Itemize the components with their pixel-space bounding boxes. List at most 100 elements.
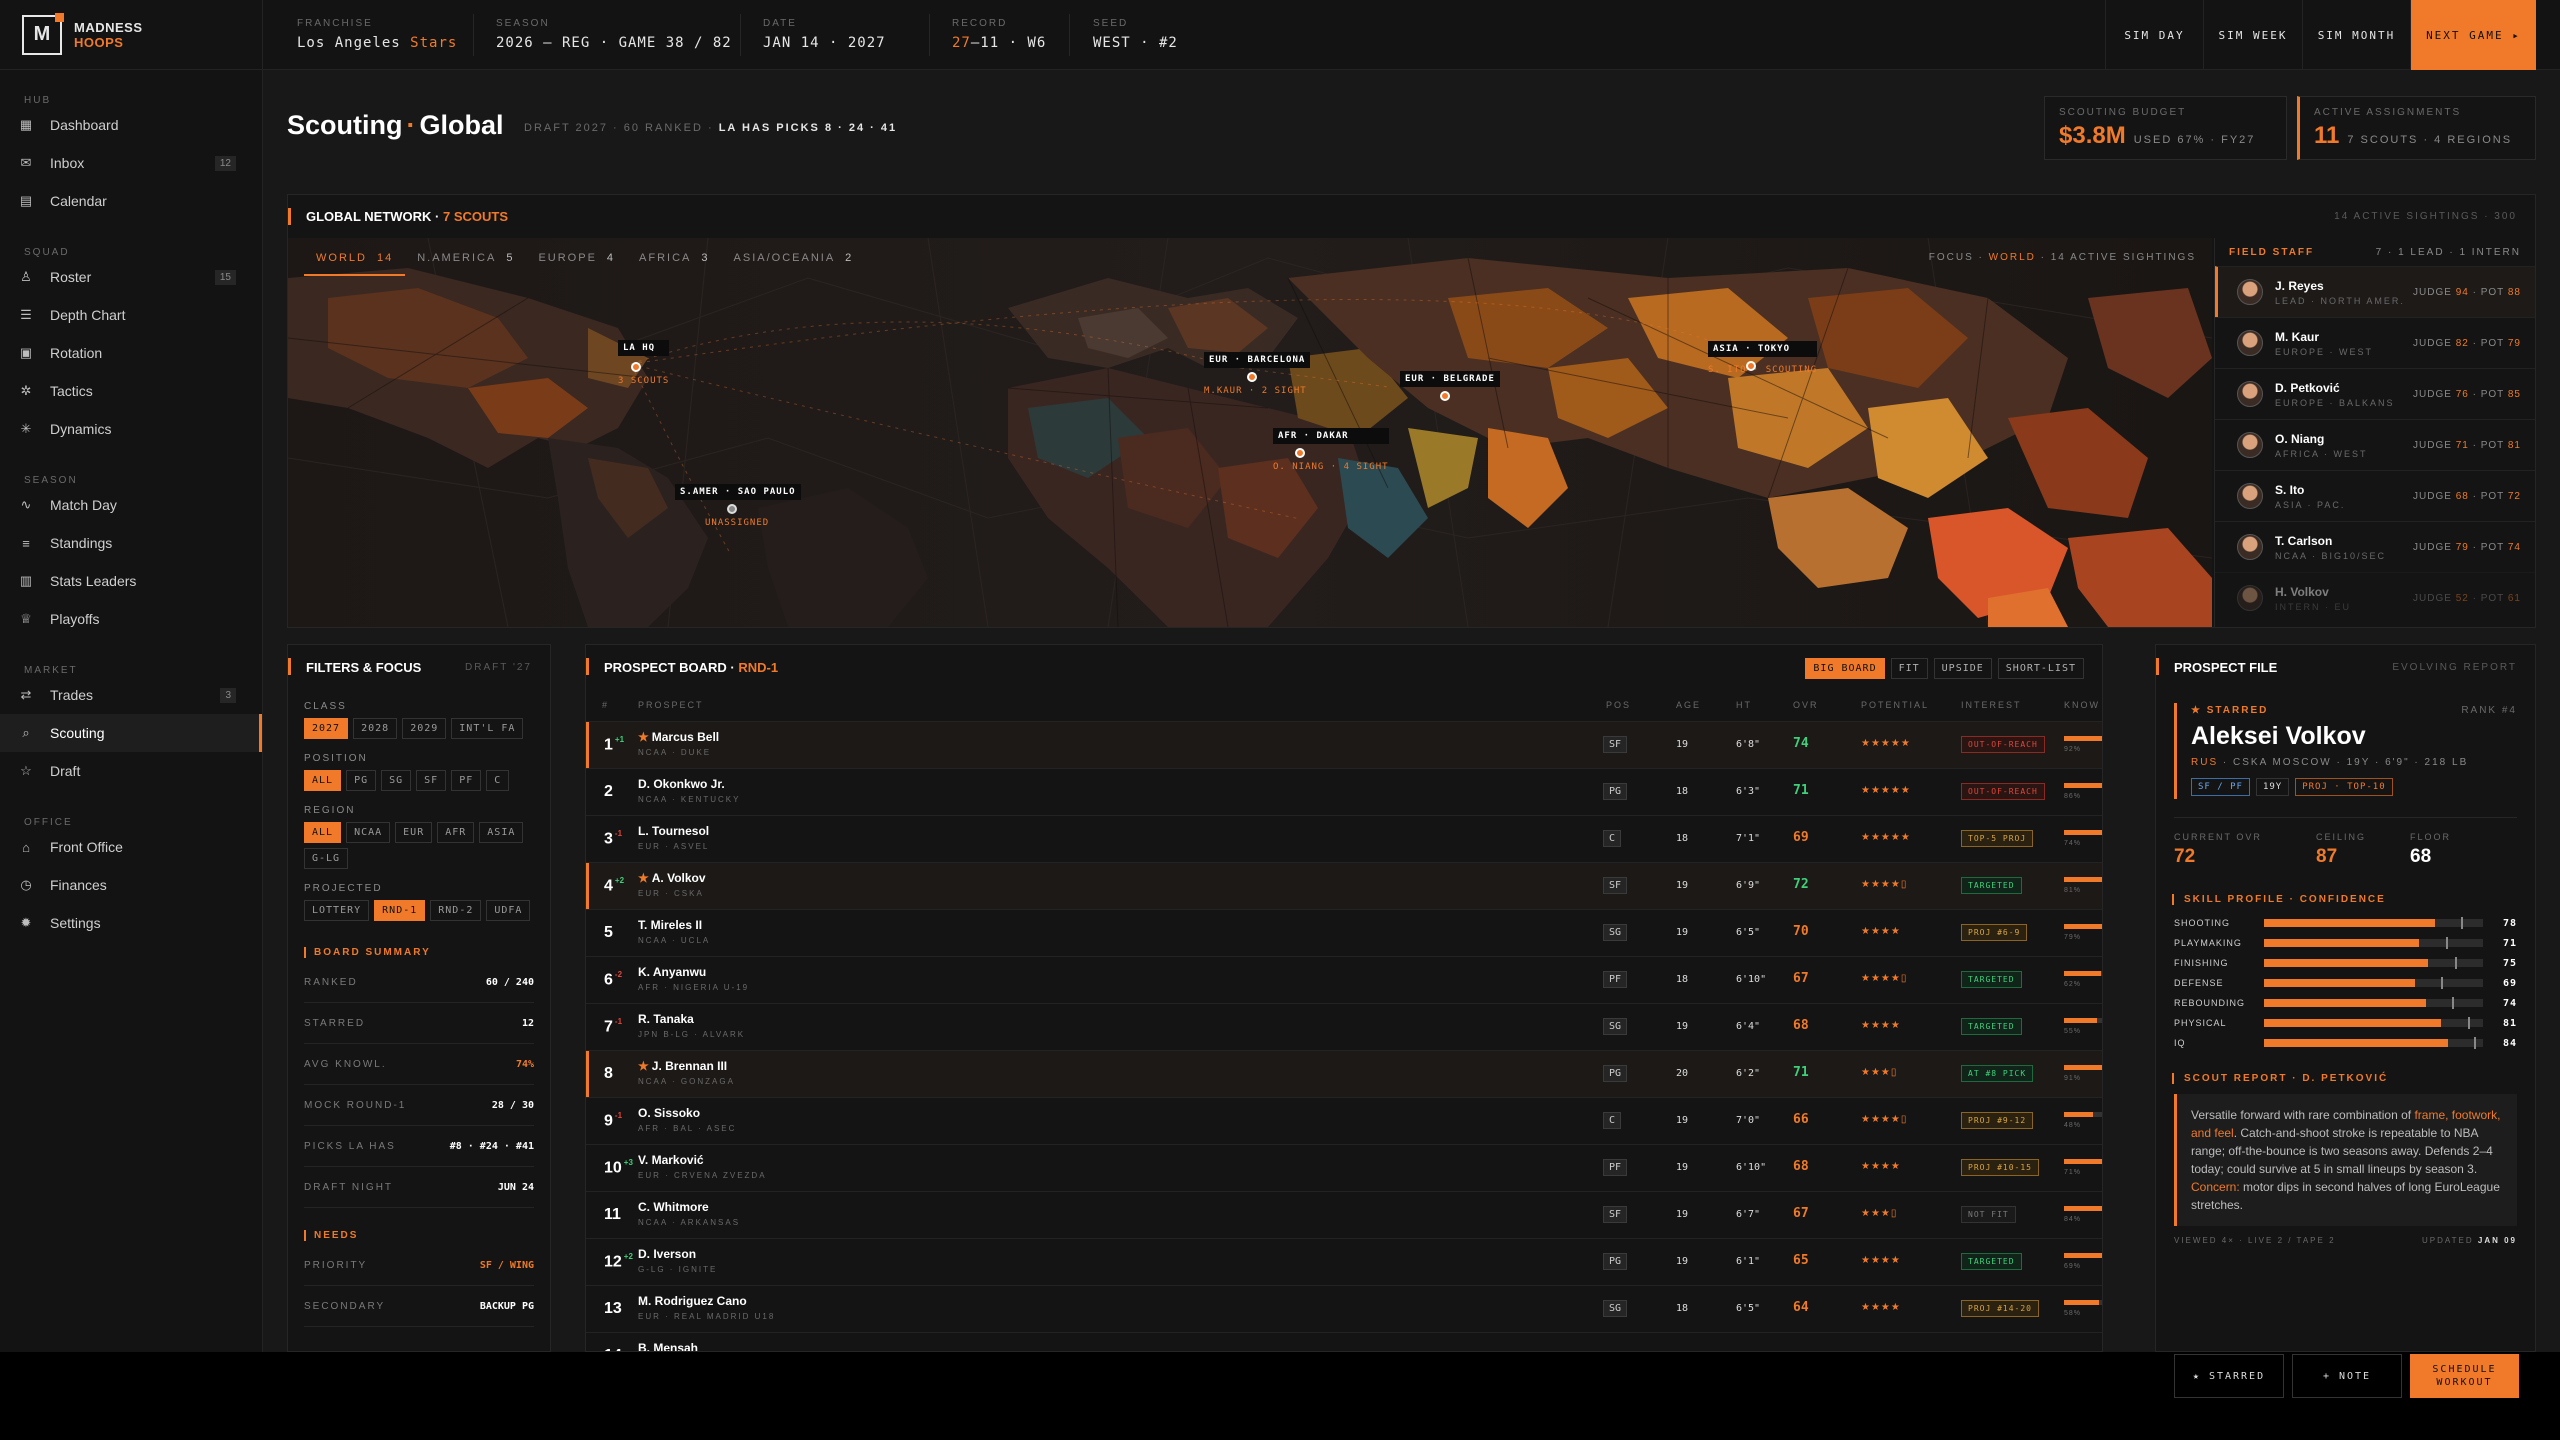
add-note-button[interactable]: + NOTE xyxy=(2292,1354,2402,1398)
prospect-row[interactable]: 12 +2 D. Iverson G-LG · IGNITE PG 19 6'1" 65 ★★★… xyxy=(586,1238,2102,1285)
map-pin-la-hq[interactable]: LA HQ 3 SCOUTS xyxy=(618,340,670,386)
filter-chip[interactable]: 2029 xyxy=(402,718,447,739)
map-pin-sao-paulo[interactable]: S.AMER · SAO PAULO UNASSIGNED xyxy=(675,484,801,528)
map-pin-barcelona[interactable]: EUR · BARCELONA M.KAUR · 2 SIGHT xyxy=(1204,352,1311,396)
sidebar-item-roster[interactable]: ♙ Roster 15 xyxy=(0,258,262,296)
sidebar-item-match-day[interactable]: ∿ Match Day xyxy=(0,486,262,524)
sidebar-item-settings[interactable]: ✹ Settings xyxy=(0,904,262,942)
col-prospect[interactable]: PROSPECT xyxy=(638,700,704,710)
staff-region: INTERN · EU xyxy=(2275,601,2351,612)
sidebar-item-inbox[interactable]: ✉ Inbox 12 xyxy=(0,144,262,182)
filter-chip[interactable]: INT'L FA xyxy=(451,718,524,739)
staff-row[interactable]: S. Ito ASIA · PAC. JUDGE 68 · POT 72 xyxy=(2215,470,2535,521)
prospect-row[interactable]: 8 ★ J. Brennan III NCAA · GONZAGA PG 20 6'2" 71… xyxy=(586,1050,2102,1097)
next-game-button[interactable]: NEXT GAME ▸ xyxy=(2410,0,2536,70)
pin-sub: M.KAUR · 2 SIGHT xyxy=(1204,386,1307,396)
sim-day-button[interactable]: SIM DAY xyxy=(2105,0,2203,70)
sidebar-item-dynamics[interactable]: ✳ Dynamics xyxy=(0,410,262,448)
col-age[interactable]: AGE xyxy=(1676,700,1701,710)
sidebar-item-standings[interactable]: ≡ Standings xyxy=(0,524,262,562)
col-know[interactable]: KNOW xyxy=(2064,700,2100,710)
filter-chip[interactable]: LOTTERY xyxy=(304,900,370,921)
staff-row[interactable]: O. Niang AFRICA · WEST JUDGE 71 · POT 81 xyxy=(2215,419,2535,470)
schedule-workout-button[interactable]: SCHEDULE WORKOUT xyxy=(2410,1354,2519,1398)
prospect-row[interactable]: 10 +3 V. Marković EUR · CRVENA ZVEZDA PF 19 6'… xyxy=(586,1144,2102,1191)
brand-logo[interactable]: M MADNESS HOOPS xyxy=(0,0,262,70)
map-pin-belgrade[interactable]: EUR · BELGRADE xyxy=(1400,371,1500,401)
board-tab-fit[interactable]: FIT xyxy=(1890,658,1928,679)
sidebar-item-stats-leaders[interactable]: ▥ Stats Leaders xyxy=(0,562,262,600)
sidebar-item-trades[interactable]: ⇄ Trades 3 xyxy=(0,676,262,714)
filter-chip[interactable]: 2028 xyxy=(353,718,398,739)
filter-chip[interactable]: NCAA xyxy=(346,822,391,843)
col-pos[interactable]: POS xyxy=(1606,700,1631,710)
filter-chip[interactable]: PF xyxy=(451,770,482,791)
board-tab-short-list[interactable]: SHORT-LIST xyxy=(1997,658,2084,679)
sim-month-button[interactable]: SIM MONTH xyxy=(2302,0,2410,70)
map-pin-tokyo[interactable]: ASIA · TOKYO S. ITO · SCOUTING xyxy=(1708,341,1818,375)
sidebar-item-scouting[interactable]: ⌕ Scouting xyxy=(0,714,262,752)
region-tab-asiaoceania[interactable]: ASIA/OCEANIA 2 xyxy=(722,246,866,276)
col-potential[interactable]: POTENTIAL xyxy=(1861,700,1929,710)
staff-row[interactable]: D. Petković EUROPE · BALKANS JUDGE 76 · PO… xyxy=(2215,368,2535,419)
prospect-row[interactable]: 1 +1 ★ Marcus Bell NCAA · DUKE SF 19 6'8" 74 ★★★★… xyxy=(586,721,2102,768)
filter-chip[interactable]: C xyxy=(486,770,510,791)
filter-chip[interactable]: SG xyxy=(381,770,412,791)
col-interest[interactable]: INTEREST xyxy=(1961,700,2022,710)
prospect-row[interactable]: 4 +2 ★ A. Volkov EUR · CSKA SF 19 6'9" 72 ★★★★▯ TA… xyxy=(586,862,2102,909)
sidebar-item-draft[interactable]: ☆ Draft xyxy=(0,752,262,790)
region-tab-africa[interactable]: AFRICA 3 xyxy=(627,246,721,276)
filter-chip[interactable]: PG xyxy=(346,770,377,791)
map-pin-dakar[interactable]: AFR · DAKAR O. NIANG · 4 SIGHT xyxy=(1273,428,1389,472)
filter-chip[interactable]: ALL xyxy=(304,770,342,791)
sidebar-item-tactics[interactable]: ✲ Tactics xyxy=(0,372,262,410)
filter-chip[interactable]: G-LG xyxy=(304,848,349,869)
knowledge-meter: 81% xyxy=(2064,877,2102,894)
filter-chip[interactable]: RND-2 xyxy=(430,900,482,921)
prospect-row[interactable]: 11 C. Whitmore NCAA · ARKANSAS SF 19 6'7" 67 ★★… xyxy=(586,1191,2102,1238)
prospect-row[interactable]: 5 T. Mireles II NCAA · UCLA SG 19 6'5" 70 ★★★★ P… xyxy=(586,909,2102,956)
region-tab-world[interactable]: WORLD 14 xyxy=(304,246,406,276)
prospect-row[interactable]: 7 -1 R. Tanaka JPN B-LG · ALVARK SG 19 6'4" 68 ★… xyxy=(586,1003,2102,1050)
filter-chip[interactable]: 2027 xyxy=(304,718,349,739)
filter-chip[interactable]: ASIA xyxy=(479,822,524,843)
sidebar-item-finances[interactable]: ◷ Finances xyxy=(0,866,262,904)
prospect-row[interactable]: 6 -2 K. Anyanwu AFR · NIGERIA U-19 PF 18 6'10"… xyxy=(586,956,2102,1003)
sidebar-item-depth-chart[interactable]: ☰ Depth Chart xyxy=(0,296,262,334)
filter-chip[interactable]: SF xyxy=(416,770,447,791)
region-tab-namerica[interactable]: N.AMERICA 5 xyxy=(405,246,526,276)
staff-row[interactable]: T. Carlson NCAA · BIG10/SEC JUDGE 79 · POT… xyxy=(2215,521,2535,572)
staff-row[interactable]: J. Reyes LEAD · NORTH AMER. JUDGE 94 · POT… xyxy=(2215,266,2535,317)
sidebar-item-dashboard[interactable]: ▦ Dashboard xyxy=(0,106,262,144)
prospect-row[interactable]: 2 D. Okonkwo Jr. NCAA · KENTUCKY PG 18 6'3" 71… xyxy=(586,768,2102,815)
needs-heading: NEEDS xyxy=(288,1230,550,1241)
world-map[interactable]: WORLD 14 N.AMERICA 5 EUROPE 4 AFRICA 3 ASIA/OCEA… xyxy=(288,238,2212,627)
board-tab-upside[interactable]: UPSIDE xyxy=(1933,658,1992,679)
prospect-row[interactable]: 9 -1 O. Sissoko AFR · BAL · ASEC C 19 7'0" 66 ★★… xyxy=(586,1097,2102,1144)
region-tab-europe[interactable]: EUROPE 4 xyxy=(526,246,627,276)
filter-chip[interactable]: ALL xyxy=(304,822,342,843)
prospect-name: D. Okonkwo Jr. xyxy=(638,777,725,791)
staff-row[interactable]: M. Kaur EUROPE · WEST JUDGE 82 · POT 79 xyxy=(2215,317,2535,368)
sidebar-item-rotation[interactable]: ▣ Rotation xyxy=(0,334,262,372)
prospect-row[interactable]: 13 M. Rodriguez Cano EUR · REAL MADRID U18… xyxy=(586,1285,2102,1332)
prospect-row[interactable]: 14 B. Mensah xyxy=(586,1332,2102,1351)
filter-chip[interactable]: RND-1 xyxy=(374,900,426,921)
staff-row[interactable]: H. Volkov INTERN · EU JUDGE 52 · POT 61 xyxy=(2215,572,2535,623)
starred-button[interactable]: ★ STARRED xyxy=(2174,1354,2284,1398)
col-ht[interactable]: HT xyxy=(1736,700,1752,710)
sidebar-item-front-office[interactable]: ⌂ Front Office xyxy=(0,828,262,866)
sim-week-button[interactable]: SIM WEEK xyxy=(2203,0,2302,70)
sidebar-item-playoffs[interactable]: ♕ Playoffs xyxy=(0,600,262,638)
knowledge-meter: 86% xyxy=(2064,783,2102,800)
sidebar-item-calendar[interactable]: ▤ Calendar xyxy=(0,182,262,220)
filter-chip[interactable]: EUR xyxy=(395,822,433,843)
knowledge-bar xyxy=(2064,1159,2102,1164)
filter-chip[interactable]: UDFA xyxy=(486,900,531,921)
filter-chip[interactable]: AFR xyxy=(437,822,475,843)
prospect-identity: ★ STARRED RANK #4 Aleksei Volkov RUS · C… xyxy=(2174,703,2517,799)
board-tab-big-board[interactable]: BIG BOARD xyxy=(1805,658,1885,679)
col-ovr[interactable]: OVR xyxy=(1793,700,1819,710)
interest-tag: NOT FIT xyxy=(1961,1206,2016,1223)
prospect-row[interactable]: 3 -1 L. Tournesol EUR · ASVEL C 18 7'1" 69 ★★★★★… xyxy=(586,815,2102,862)
